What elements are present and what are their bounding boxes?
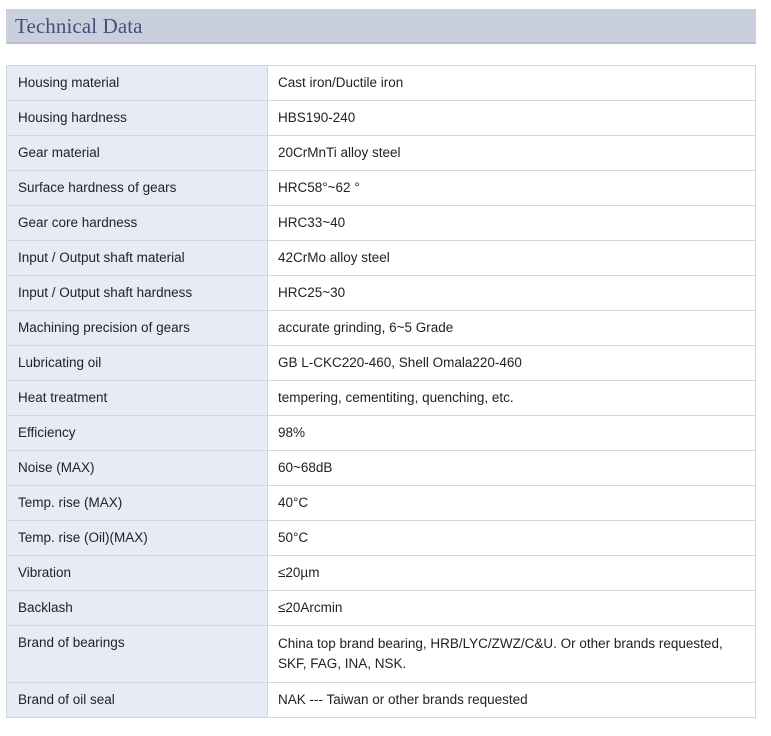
row-value: accurate grinding, 6~5 Grade [267, 310, 756, 346]
table-row: Backlash ≤20Arcmin [6, 590, 756, 626]
row-label: Efficiency [6, 415, 268, 451]
row-value: ≤20Arcmin [267, 590, 756, 626]
row-label: Machining precision of gears [6, 310, 268, 346]
table-row: Noise (MAX) 60~68dB [6, 450, 756, 486]
section-title: Technical Data [15, 14, 143, 38]
row-value: HRC33~40 [267, 205, 756, 241]
row-value: GB L-CKC220-460, Shell Omala220-460 [267, 345, 756, 381]
row-value: HRC58°~62 ° [267, 170, 756, 206]
row-label: Input / Output shaft material [6, 240, 268, 276]
row-value: NAK --- Taiwan or other brands requested [267, 682, 756, 718]
row-value: HRC25~30 [267, 275, 756, 311]
table-row: Input / Output shaft material 42CrMo all… [6, 240, 756, 276]
section-header: Technical Data [6, 9, 756, 44]
table-row: Temp. rise (Oil)(MAX) 50°C [6, 520, 756, 556]
row-label: Brand of bearings [6, 625, 268, 683]
row-label: Input / Output shaft hardness [6, 275, 268, 311]
table-row: Machining precision of gears accurate gr… [6, 310, 756, 346]
row-label: Vibration [6, 555, 268, 591]
row-value: China top brand bearing, HRB/LYC/ZWZ/C&U… [267, 625, 756, 683]
row-value: 60~68dB [267, 450, 756, 486]
row-value: 20CrMnTi alloy steel [267, 135, 756, 171]
row-label: Surface hardness of gears [6, 170, 268, 206]
row-value: Cast iron/Ductile iron [267, 65, 756, 101]
table-row: Brand of oil seal NAK --- Taiwan or othe… [6, 682, 756, 718]
table-row: Surface hardness of gears HRC58°~62 ° [6, 170, 756, 206]
row-value: 42CrMo alloy steel [267, 240, 756, 276]
row-label: Backlash [6, 590, 268, 626]
table-row: Efficiency 98% [6, 415, 756, 451]
row-label: Temp. rise (MAX) [6, 485, 268, 521]
table-row: Heat treatment tempering, cementiting, q… [6, 380, 756, 416]
row-value: HBS190-240 [267, 100, 756, 136]
row-value: 40°C [267, 485, 756, 521]
row-value: ≤20µm [267, 555, 756, 591]
row-value: tempering, cementiting, quenching, etc. [267, 380, 756, 416]
technical-data-table: Housing material Cast iron/Ductile iron … [6, 65, 756, 718]
row-label: Lubricating oil [6, 345, 268, 381]
row-label: Gear core hardness [6, 205, 268, 241]
row-label: Housing material [6, 65, 268, 101]
row-label: Gear material [6, 135, 268, 171]
table-row: Input / Output shaft hardness HRC25~30 [6, 275, 756, 311]
row-label: Housing hardness [6, 100, 268, 136]
table-row: Brand of bearings China top brand bearin… [6, 625, 756, 683]
table-row: Housing material Cast iron/Ductile iron [6, 65, 756, 101]
table-row: Gear core hardness HRC33~40 [6, 205, 756, 241]
row-label: Noise (MAX) [6, 450, 268, 486]
table-row: Vibration ≤20µm [6, 555, 756, 591]
table-row: Temp. rise (MAX) 40°C [6, 485, 756, 521]
table-row: Gear material 20CrMnTi alloy steel [6, 135, 756, 171]
row-label: Brand of oil seal [6, 682, 268, 718]
table-row: Housing hardness HBS190-240 [6, 100, 756, 136]
row-label: Temp. rise (Oil)(MAX) [6, 520, 268, 556]
row-value: 50°C [267, 520, 756, 556]
table-row: Lubricating oil GB L-CKC220-460, Shell O… [6, 345, 756, 381]
row-value: 98% [267, 415, 756, 451]
row-label: Heat treatment [6, 380, 268, 416]
